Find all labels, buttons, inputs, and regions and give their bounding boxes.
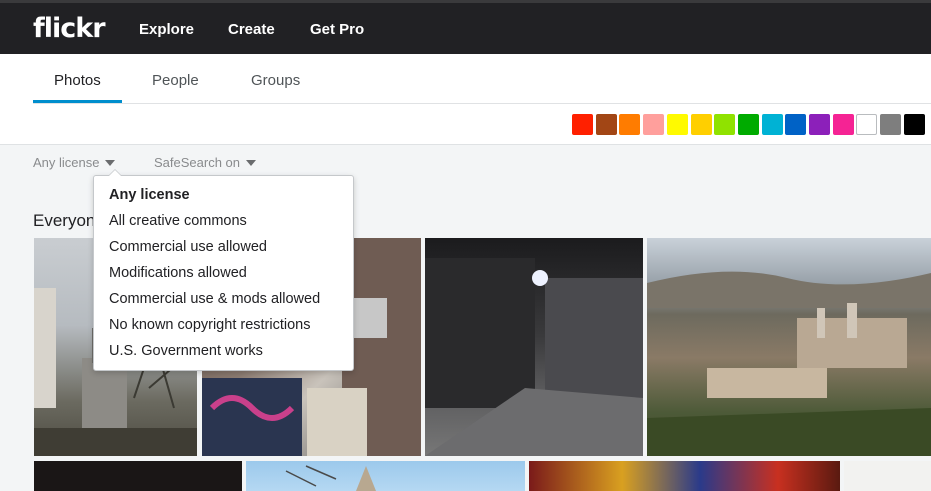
- nav-explore[interactable]: Explore: [139, 21, 194, 38]
- license-filter-label: Any license: [33, 155, 100, 170]
- license-option-us-gov[interactable]: U.S. Government works: [109, 343, 263, 359]
- license-option-commercial-mods[interactable]: Commercial use & mods allowed: [109, 291, 320, 307]
- license-filter[interactable]: Any license: [33, 155, 116, 170]
- color-swatch[interactable]: [832, 114, 854, 135]
- flickr-logo[interactable]: flickr: [33, 13, 106, 44]
- tab-photos[interactable]: Photos: [54, 72, 101, 89]
- license-option-no-copyright[interactable]: No known copyright restrictions: [109, 317, 310, 333]
- safesearch-filter-label: SafeSearch on: [154, 155, 241, 170]
- safesearch-filter[interactable]: SafeSearch on: [154, 155, 257, 170]
- photo-tile[interactable]: [246, 461, 525, 491]
- color-swatch[interactable]: [880, 114, 902, 135]
- color-swatch[interactable]: [619, 114, 641, 135]
- nav-get-pro[interactable]: Get Pro: [310, 21, 364, 38]
- color-filter-bar: [0, 104, 931, 145]
- color-swatch[interactable]: [809, 114, 830, 135]
- photo-night-street-image: [425, 258, 643, 456]
- color-swatch[interactable]: [595, 114, 617, 135]
- chevron-down-icon: [105, 159, 116, 166]
- license-option-all-cc[interactable]: All creative commons: [109, 213, 247, 229]
- photo-tile[interactable]: [425, 238, 643, 456]
- color-swatch[interactable]: [643, 114, 665, 135]
- photo-tile[interactable]: [647, 238, 931, 456]
- photo-tile[interactable]: [844, 461, 931, 491]
- license-option-modifications[interactable]: Modifications allowed: [109, 265, 247, 281]
- top-nav: flickr Explore Create Get Pro: [0, 0, 931, 54]
- color-swatch[interactable]: [572, 114, 593, 135]
- color-swatch[interactable]: [856, 114, 878, 135]
- photo-tile[interactable]: [34, 461, 242, 491]
- license-dropdown-menu: Any license All creative commons Commerc…: [93, 169, 354, 371]
- photo-tile[interactable]: [529, 461, 840, 491]
- color-swatch[interactable]: [785, 114, 807, 135]
- color-swatch[interactable]: [714, 114, 736, 135]
- color-swatch[interactable]: [761, 114, 783, 135]
- color-swatch[interactable]: [903, 114, 925, 135]
- color-swatch[interactable]: [737, 114, 759, 135]
- photo-city-aerial-image: [647, 271, 931, 456]
- color-swatch[interactable]: [690, 114, 712, 135]
- chevron-down-icon: [246, 159, 257, 166]
- license-option-any[interactable]: Any license: [109, 187, 190, 203]
- tab-people[interactable]: People: [152, 72, 199, 89]
- color-swatch[interactable]: [666, 114, 688, 135]
- nav-create[interactable]: Create: [228, 21, 275, 38]
- tab-groups[interactable]: Groups: [251, 72, 300, 89]
- photo-cathedral-image: [285, 465, 376, 491]
- search-tabs: Photos People Groups: [0, 54, 931, 104]
- license-option-commercial[interactable]: Commercial use allowed: [109, 239, 267, 255]
